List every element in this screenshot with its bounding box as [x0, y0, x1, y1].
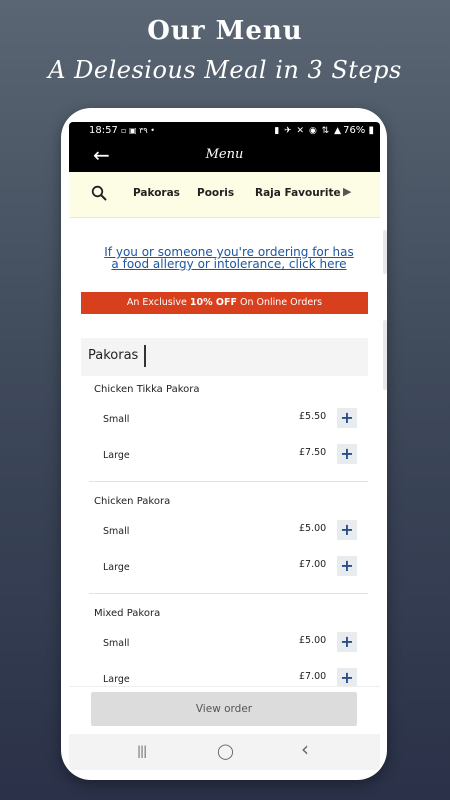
- allergy-info-link[interactable]: If you or someone you're ordering for ha…: [99, 246, 359, 270]
- tab-pakoras[interactable]: Pakoras: [133, 187, 180, 199]
- add-to-order-button[interactable]: +: [337, 520, 357, 540]
- size-label: Small: [103, 414, 130, 425]
- add-to-order-button[interactable]: +: [337, 408, 357, 428]
- tab-pooris[interactable]: Pooris: [197, 187, 234, 199]
- status-time: 18:57: [89, 125, 118, 136]
- add-to-order-button[interactable]: +: [337, 556, 357, 576]
- app-bar: ← Menu: [69, 140, 380, 172]
- price-label: £7.00: [299, 559, 327, 570]
- offer-text-suffix: On Online Orders: [236, 297, 323, 308]
- price-label: £7.50: [299, 447, 327, 458]
- view-order-button[interactable]: View order: [91, 692, 357, 726]
- promo-subtitle: A Delesious Meal in 3 Steps: [48, 56, 402, 84]
- size-label: Small: [103, 526, 130, 537]
- add-to-order-button[interactable]: +: [337, 668, 357, 686]
- size-option-row: Small £5.50 +: [81, 402, 368, 438]
- size-option-row: Large £7.00 +: [81, 662, 368, 686]
- price-label: £5.00: [299, 523, 327, 534]
- menu-item-name: Chicken Pakora: [94, 496, 171, 507]
- offer-highlight: 10% OFF: [189, 297, 237, 308]
- category-bar: Pakoras Pooris Raja Favourite ▶: [69, 172, 380, 218]
- size-label: Large: [103, 562, 130, 573]
- price-label: £5.00: [299, 635, 327, 646]
- system-status-icons: ▮ ✈ ✕ ◉ ⇅ ▲: [274, 126, 342, 136]
- battery-icon: 76% ▮: [343, 125, 374, 136]
- menu-item: Chicken Tikka Pakora Small £5.50 + Large…: [81, 376, 368, 482]
- menu-item: Mixed Pakora Small £5.00 + Large £7.00 +: [81, 600, 368, 686]
- offer-text-prefix: An Exclusive: [126, 297, 190, 308]
- tab-raja-favourite[interactable]: Raja Favourite: [255, 187, 341, 199]
- section-header: Pakoras: [81, 338, 368, 376]
- size-label: Small: [103, 638, 130, 649]
- app-screen: 18:57 ▫ ▣ ٣٩ • ▮ ✈ ✕ ◉ ⇅ ▲ 76% ▮ ← Menu …: [69, 122, 380, 770]
- recents-icon[interactable]: |||: [137, 744, 147, 758]
- size-option-row: Large £7.50 +: [81, 438, 368, 474]
- section-divider: [144, 345, 146, 367]
- item-divider: [89, 481, 368, 482]
- notification-icons: ▫ ▣ ٣٩ •: [121, 126, 155, 135]
- menu-list: Chicken Tikka Pakora Small £5.50 + Large…: [81, 376, 368, 686]
- size-option-row: Large £7.00 +: [81, 550, 368, 586]
- search-icon[interactable]: [91, 185, 107, 201]
- size-option-row: Small £5.00 +: [81, 514, 368, 550]
- status-bar: 18:57 ▫ ▣ ٣٩ • ▮ ✈ ✕ ◉ ⇅ ▲ 76% ▮: [69, 122, 380, 140]
- menu-item: Chicken Pakora Small £5.00 + Large £7.00…: [81, 488, 368, 594]
- offer-banner: An Exclusive 10% OFF On Online Orders: [81, 292, 368, 314]
- home-icon[interactable]: ◯: [217, 742, 234, 760]
- size-label: Large: [103, 674, 130, 685]
- price-label: £5.50: [299, 411, 327, 422]
- menu-item-name: Chicken Tikka Pakora: [94, 384, 200, 395]
- section-title: Pakoras: [88, 348, 139, 363]
- scroll-right-icon[interactable]: ▶: [343, 185, 351, 198]
- phone-side-button: [383, 230, 387, 274]
- add-to-order-button[interactable]: +: [337, 632, 357, 652]
- promo-title: Our Menu: [147, 16, 303, 46]
- menu-item-name: Mixed Pakora: [94, 608, 161, 619]
- page-title: Menu: [205, 147, 244, 162]
- size-label: Large: [103, 450, 130, 461]
- size-option-row: Small £5.00 +: [81, 626, 368, 662]
- price-label: £7.00: [299, 671, 327, 682]
- nav-back-icon[interactable]: ‹: [301, 737, 309, 761]
- phone-side-button: [383, 320, 387, 390]
- system-nav-bar: ||| ◯ ‹: [69, 734, 380, 770]
- item-divider: [89, 593, 368, 594]
- add-to-order-button[interactable]: +: [337, 444, 357, 464]
